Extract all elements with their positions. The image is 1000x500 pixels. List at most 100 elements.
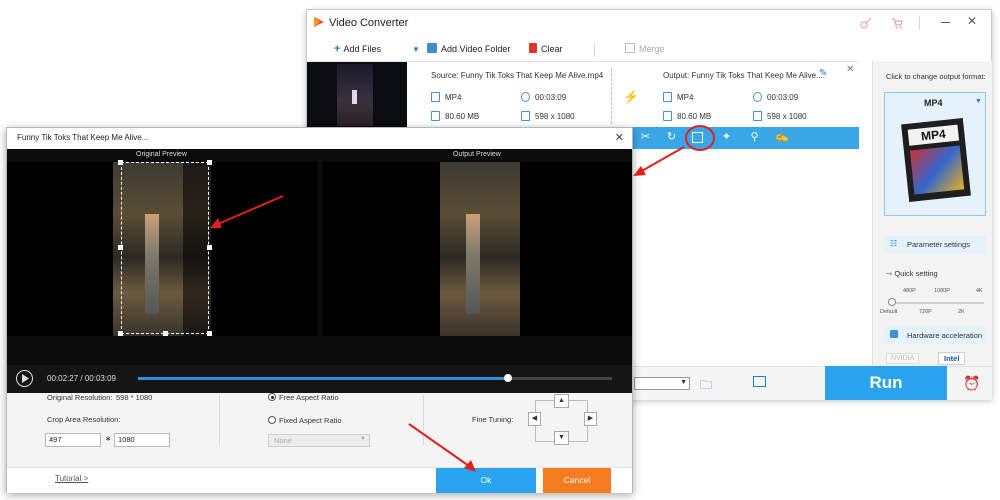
playback-progress-thumb[interactable] <box>503 374 512 382</box>
minimize-icon[interactable] <box>941 22 950 23</box>
format-selector[interactable]: MP4 ▼ MP4 <box>884 92 986 216</box>
crop-handle[interactable] <box>163 331 168 336</box>
crop-width-input[interactable]: 497 <box>45 433 101 447</box>
watermark-icon[interactable]: ⚲ <box>748 131 761 144</box>
close-icon[interactable]: ✕ <box>967 14 977 28</box>
crop-handle[interactable] <box>118 245 123 250</box>
cut-icon[interactable]: ✂ <box>639 131 652 144</box>
quality-slider-track[interactable] <box>891 302 984 304</box>
output-preview <box>323 162 632 336</box>
plus-icon: + <box>334 43 341 55</box>
playback-progress-track[interactable] <box>138 374 612 382</box>
open-folder-icon[interactable]: 🗀 <box>700 376 712 397</box>
crop-handle[interactable] <box>207 160 212 165</box>
run-button[interactable]: Run <box>825 366 947 400</box>
file-format-icon <box>663 92 672 102</box>
crop-selection-box[interactable] <box>121 162 209 334</box>
merge-button[interactable]: Merge <box>625 43 665 54</box>
title-bar: Video Converter ✕ <box>307 10 991 37</box>
add-files-button[interactable]: + Add Files <box>334 43 381 55</box>
rotate-icon[interactable]: ↻ <box>665 131 678 144</box>
cancel-button[interactable]: Cancel <box>543 468 611 493</box>
clock-icon <box>753 92 762 102</box>
person-figure <box>352 90 357 104</box>
playback-progress-fill <box>138 377 508 380</box>
intel-badge: Intel <box>938 352 966 365</box>
source-resolution: 598 x 1080 <box>521 111 575 121</box>
ok-button[interactable]: Ok <box>436 468 536 493</box>
trash-icon <box>529 43 537 53</box>
output-preview-label: Output Preview <box>453 151 501 158</box>
source-duration: 00:03:09 <box>521 92 566 102</box>
quality-slider-thumb[interactable] <box>888 298 896 306</box>
output-folder-icon[interactable] <box>753 376 766 387</box>
crop-handle[interactable] <box>118 160 123 165</box>
clear-button[interactable]: Clear <box>529 43 563 54</box>
add-video-folder-button[interactable]: Add Video Folder <box>427 43 510 54</box>
dialog-title: Funny Tik Toks That Keep Me Alive... <box>17 133 149 142</box>
tutorial-link[interactable]: Tutorial > <box>55 474 88 483</box>
crop-handle[interactable] <box>207 331 212 336</box>
dialog-footer: Tutorial > Ok Cancel <box>7 467 632 493</box>
subtitle-edit-icon[interactable]: ✍ <box>775 131 789 144</box>
nudge-down-button[interactable]: ▼ <box>554 431 569 445</box>
format-name: MP4 <box>924 98 943 108</box>
output-format-hint: Click to change output format: <box>886 72 986 81</box>
fine-tuning-label: Fine Tuning: <box>472 415 514 424</box>
source-filename: Source: Funny Tik Toks That Keep Me Aliv… <box>431 71 604 80</box>
select-arrow-icon: ▼ <box>360 436 366 442</box>
original-resolution-value: 598 * 1080 <box>116 393 153 402</box>
folder-plus-icon <box>427 43 437 53</box>
crop-settings: Original Resolution: 598 * 1080 Crop Are… <box>7 393 632 467</box>
output-duration: 00:03:09 <box>753 92 798 102</box>
play-button[interactable] <box>16 370 33 387</box>
alarm-clock-icon[interactable]: ⏰ <box>963 375 980 392</box>
clock-icon <box>521 92 530 102</box>
parameter-settings-button[interactable]: ☷ Parameter settings <box>884 236 986 253</box>
file-list-item[interactable]: Source: Funny Tik Toks That Keep Me Aliv… <box>307 61 859 128</box>
quick-setting-label: ⊸ Quick setting <box>886 269 938 278</box>
nudge-up-button[interactable]: ▲ <box>554 394 569 408</box>
radio-unchecked-icon <box>268 416 276 424</box>
nudge-left-button[interactable]: ◀ <box>528 412 541 426</box>
key-icon[interactable] <box>860 17 872 29</box>
mp4-format-icon: MP4 <box>901 117 971 203</box>
folder-icon <box>663 111 672 121</box>
settings-divider <box>423 395 424 445</box>
fixed-aspect-radio[interactable]: Fixed Aspect Ratio <box>268 416 342 425</box>
hardware-acceleration-toggle[interactable]: Hardware acceleration <box>884 327 986 344</box>
original-preview <box>7 160 317 336</box>
effects-wand-icon[interactable]: ✦ <box>720 131 733 144</box>
crop-dialog: Funny Tik Toks That Keep Me Alive... ✕ O… <box>6 127 633 493</box>
source-size: 80.60 MB <box>431 111 479 121</box>
free-aspect-radio[interactable]: Free Aspect Ratio <box>268 393 339 402</box>
crop-handle[interactable] <box>207 245 212 250</box>
output-size: 80.60 MB <box>663 111 711 121</box>
person-figure <box>466 214 480 314</box>
output-resolution: 598 x 1080 <box>753 111 807 121</box>
settings-divider <box>219 395 220 445</box>
resolution-icon <box>753 111 762 121</box>
preview-area: Original Preview Output Preview <box>7 149 632 365</box>
output-folder-select[interactable]: ▼ <box>634 377 690 390</box>
output-video-frame <box>440 162 520 336</box>
remove-item-icon[interactable]: ✕ <box>846 64 854 75</box>
cart-icon[interactable] <box>891 17 903 29</box>
edit-toolbar: ✂ ↻ ✦ ⚲ ✍ <box>611 127 859 149</box>
nudge-right-button[interactable]: ▶ <box>584 412 597 426</box>
crop-height-input[interactable]: 1080 <box>114 433 170 447</box>
select-arrow-icon: ▼ <box>680 379 687 386</box>
aspect-ratio-select[interactable]: None ▼ <box>268 434 370 447</box>
toolbar-divider <box>594 43 595 57</box>
convert-divider <box>611 68 612 124</box>
crop-icon[interactable] <box>692 132 703 143</box>
resolution-icon <box>521 111 530 121</box>
times-sign: ∗ <box>105 434 112 443</box>
edit-name-icon[interactable]: ✎ <box>819 68 827 79</box>
folder-icon <box>431 111 440 121</box>
crop-handle[interactable] <box>118 331 123 336</box>
source-format: MP4 <box>431 92 461 102</box>
dialog-close-icon[interactable]: ✕ <box>615 131 624 144</box>
dropdown-arrow-icon[interactable]: ▼ <box>412 45 420 54</box>
output-filename: Output: Funny Tik Toks That Keep Me Aliv… <box>663 71 826 80</box>
